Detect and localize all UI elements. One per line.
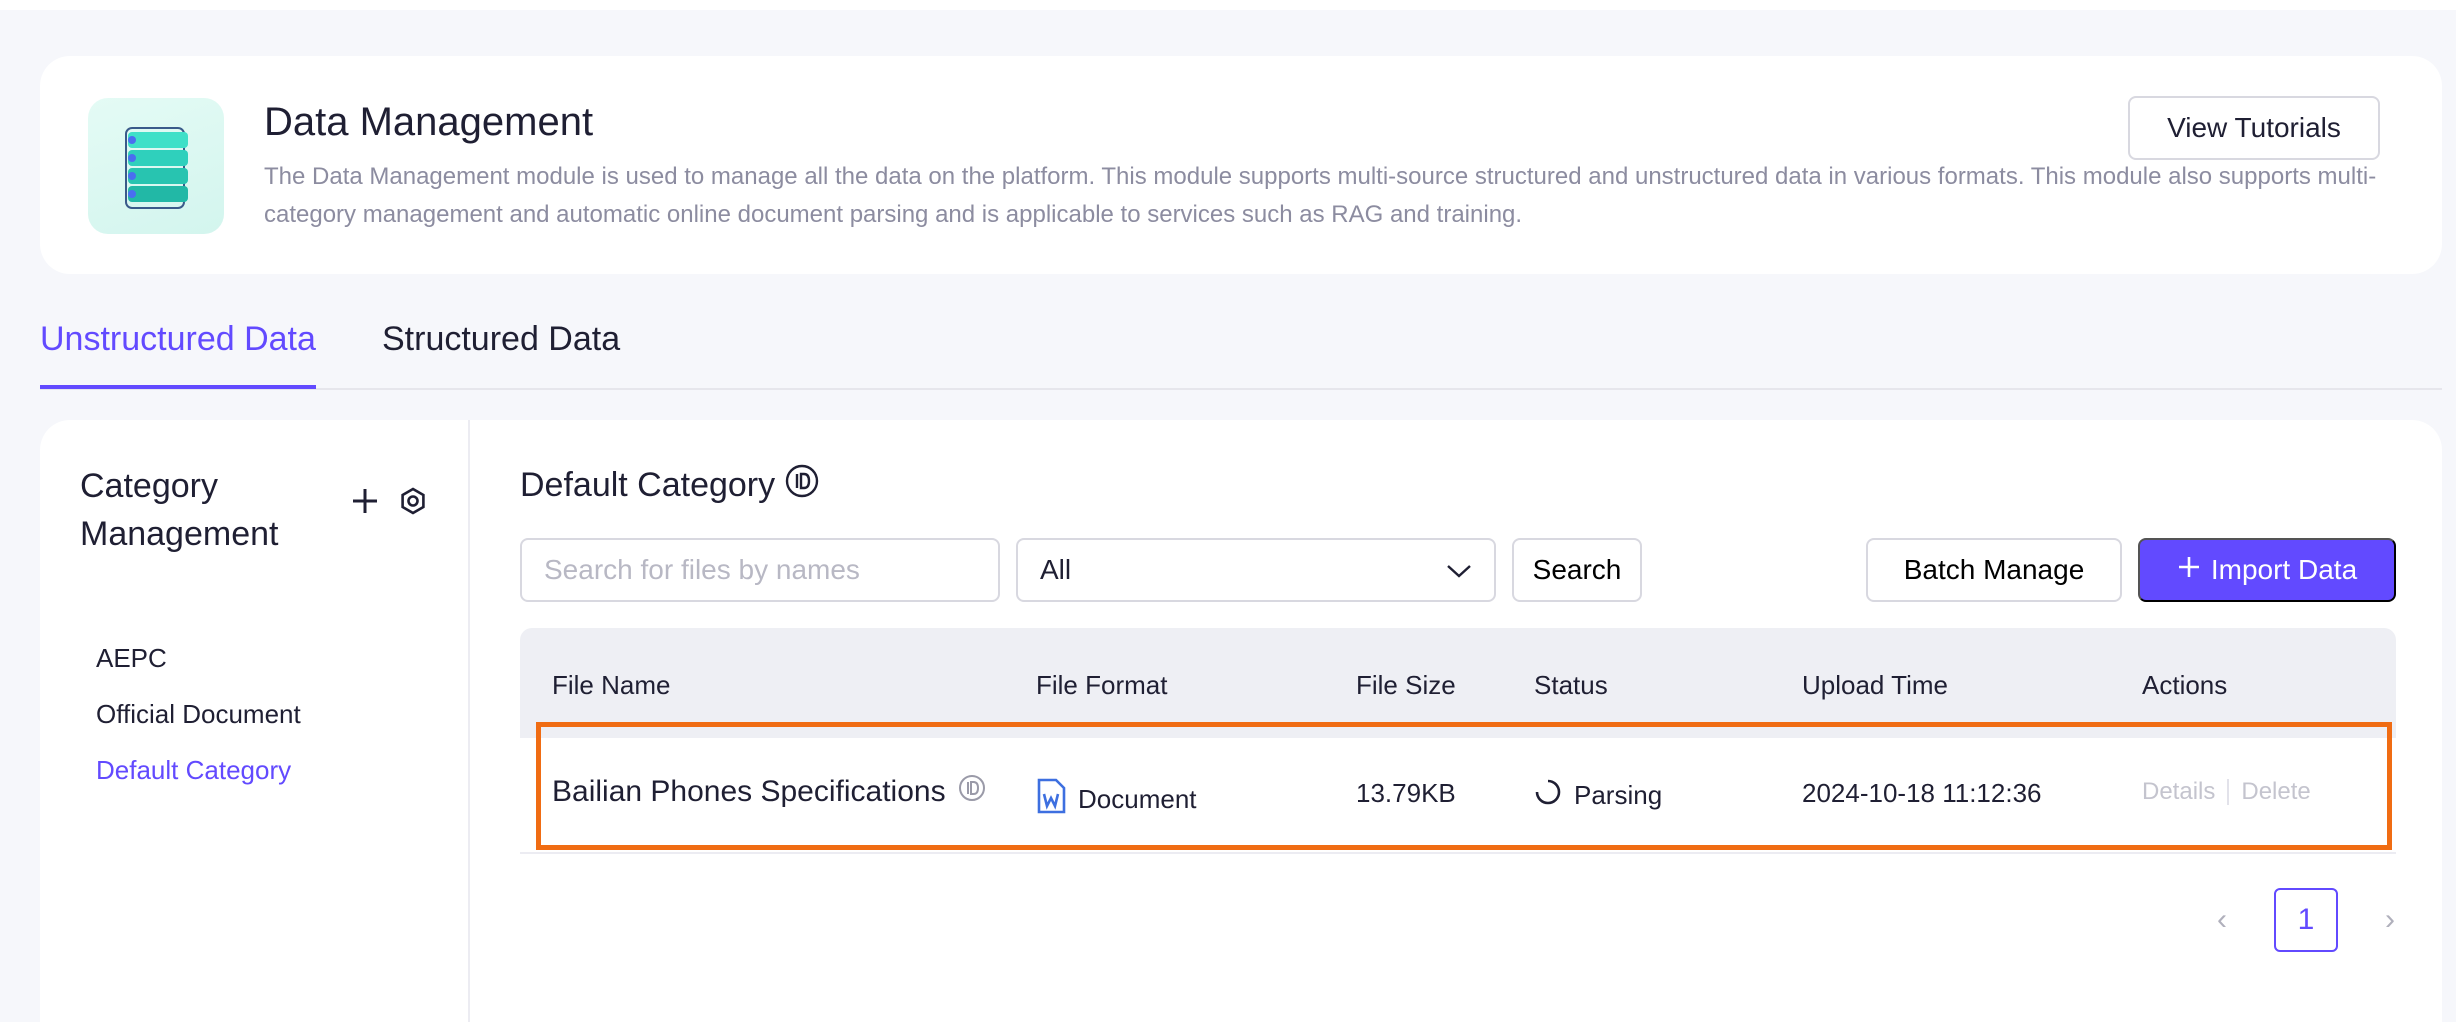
table-header: File Name File Format File Size Status U… [520,628,2396,738]
loading-spinner-icon [1534,778,1562,813]
table-row: Bailian Phones Specifications Document 1… [520,738,2396,854]
id-icon[interactable] [958,774,986,810]
details-link[interactable]: Details [2142,778,2215,806]
plus-icon[interactable] [350,486,380,516]
actions-cell: Details Delete [2142,778,2311,806]
category-heading: Default Category [520,464,819,507]
delete-link[interactable]: Delete [2241,778,2310,806]
gear-icon[interactable] [398,486,428,516]
search-input[interactable] [520,538,1000,602]
column-header-upload-time: Upload Time [1802,670,1948,700]
category-title-line1: Category [80,467,218,505]
category-item-aepc[interactable]: AEPC [96,630,301,686]
page-description: The Data Management module is used to ma… [264,163,2377,228]
batch-manage-button[interactable]: Batch Manage [1866,538,2122,602]
category-list: AEPC Official Document Default Category [96,630,301,798]
id-icon[interactable] [785,464,819,507]
column-header-status: Status [1534,670,1608,700]
page-title: Data Management [264,100,594,144]
format-filter-value: All [1040,554,1072,585]
data-stack-icon [88,98,224,234]
file-format: Document [1078,784,1197,814]
category-management-title: Category Management [80,462,278,558]
plus-icon [2177,554,2201,586]
column-header-file-format: File Format [1036,670,1168,700]
import-data-label: Import Data [2210,554,2358,585]
category-title-line2: Management [80,515,279,553]
format-filter-select[interactable]: All [1016,538,1496,602]
file-table: File Name File Format File Size Status U… [520,628,2396,854]
category-sidebar: Category Management AEPC Official Docume… [40,420,470,1022]
column-header-actions: Actions [2142,670,2228,700]
status-text: Parsing [1574,780,1663,810]
file-name-cell: Bailian Phones Specifications [552,774,986,810]
tab-unstructured-data[interactable]: Unstructured Data [40,320,316,389]
category-item-default-category[interactable]: Default Category [96,742,301,798]
data-type-tabs: Unstructured Data Structured Data [40,300,2442,390]
pagination: ‹ 1 › [2210,888,2402,952]
main-panel: Category Management AEPC Official Docume… [40,420,2442,1022]
import-data-button[interactable]: Import Data [2138,538,2396,602]
file-name: Bailian Phones Specifications [552,775,946,808]
category-title: Default Category [520,466,776,504]
view-tutorials-button[interactable]: View Tutorials [2128,96,2380,160]
page-button-current[interactable]: 1 [2274,888,2338,952]
header-card: Data Management The Data Management modu… [40,56,2442,274]
column-header-file-size: File Size [1356,670,1456,700]
column-header-file-name: File Name [552,670,671,700]
search-button[interactable]: Search [1512,538,1642,602]
word-document-icon [1036,778,1066,821]
chevron-right-icon[interactable]: › [2378,903,2402,937]
top-strip [0,0,2456,10]
upload-time: 2024-10-18 11:12:36 [1802,778,2042,808]
status-cell: Parsing [1534,778,1662,813]
chevron-left-icon[interactable]: ‹ [2210,903,2234,937]
chevron-down-icon [1446,554,1472,586]
file-size: 13.79KB [1356,778,1456,808]
category-item-official-document[interactable]: Official Document [96,686,301,742]
action-divider [2227,779,2230,805]
tab-structured-data[interactable]: Structured Data [382,320,620,385]
file-format-cell: Document [1036,778,1197,821]
category-content: Default Category All Search Batch Manage… [520,420,2400,1022]
